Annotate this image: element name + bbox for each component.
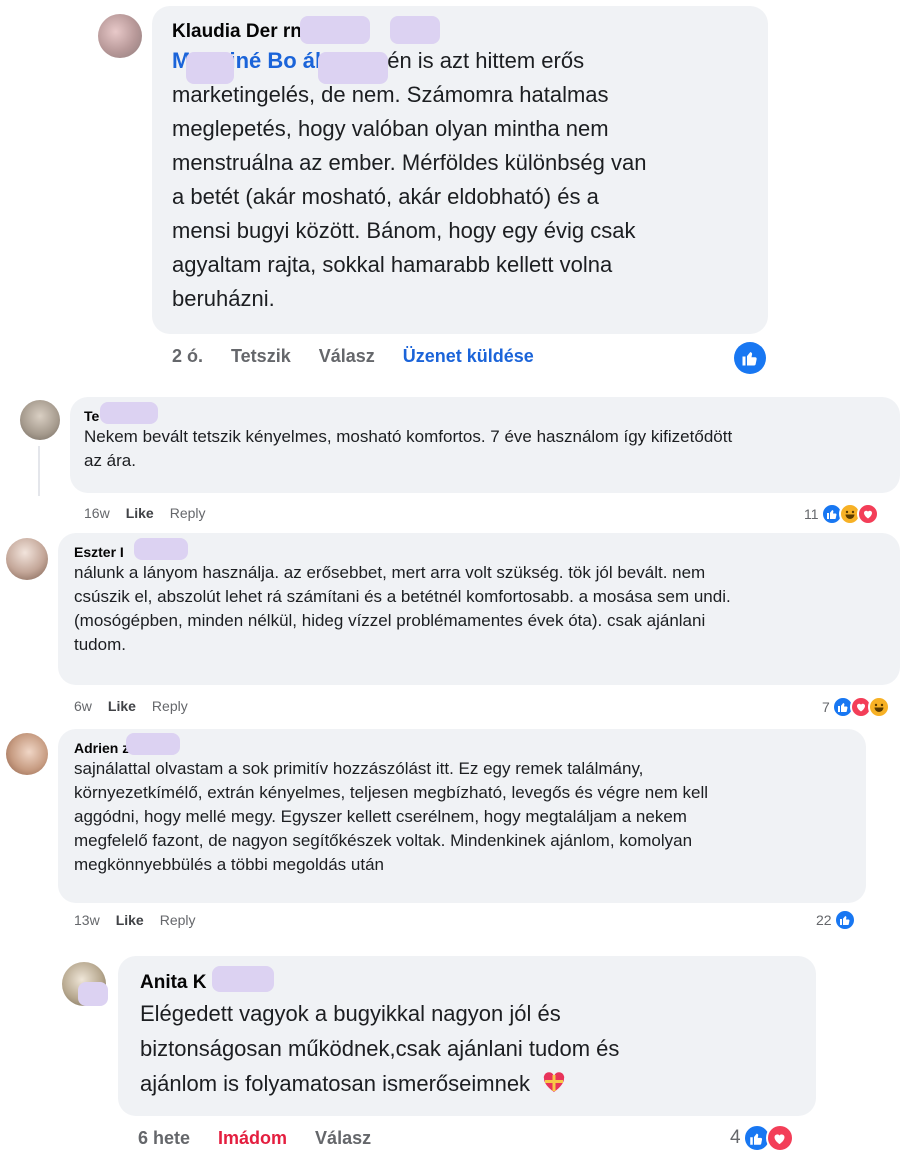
comment-time[interactable]: 2 ó.: [172, 346, 203, 367]
haha-icon: [867, 696, 890, 718]
reaction-count: 4: [730, 1127, 741, 1148]
comment-line: ajánlom is folyamatosan ismerőseimnek: [140, 1071, 531, 1096]
redaction: [134, 538, 188, 560]
comment-bubble: Te Nekem bevált tetszik kényelmes, mosha…: [70, 397, 900, 493]
reaction-summary[interactable]: 22: [816, 909, 856, 931]
comment-author[interactable]: Klaudia Der rné S s: [172, 20, 748, 44]
comment-line: csúszik el, abszolút lehet rá számítani …: [74, 587, 731, 606]
comment-line: menstruálna az ember. Mérföldes különbsé…: [172, 150, 647, 175]
comment-time[interactable]: 6w: [74, 698, 92, 714]
comment-body: nálunk a lányom használja. az erősebbet,…: [74, 561, 884, 657]
avatar[interactable]: [6, 733, 48, 775]
avatar[interactable]: [98, 14, 142, 58]
comment-line: beruházni.: [172, 286, 275, 311]
comment-line: Elégedett vagyok a bugyikkal nagyon jól …: [140, 1001, 561, 1026]
send-message-button[interactable]: Üzenet küldése: [403, 346, 534, 367]
reaction-summary[interactable]: 7: [822, 696, 890, 718]
thread-line: [38, 446, 40, 496]
heart-gift-emoji-icon: [542, 1068, 566, 1103]
comment-body: Elégedett vagyok a bugyikkal nagyon jól …: [140, 996, 794, 1103]
redaction: [300, 16, 370, 44]
comment-author[interactable]: Adrien z: [74, 739, 850, 757]
comment-line: tudom.: [74, 635, 126, 654]
comment-line: a betét (akár mosható, akár eldobható) é…: [172, 184, 599, 209]
reaction-summary[interactable]: 11: [804, 503, 879, 525]
comment-line: (mosógépben, minden nélkül, hideg vízzel…: [74, 611, 706, 630]
avatar[interactable]: [6, 538, 48, 580]
redaction: [126, 733, 180, 755]
love-icon: [856, 503, 879, 525]
comment-author[interactable]: Te: [84, 407, 884, 425]
redaction: [78, 982, 108, 1006]
reply-button[interactable]: Válasz: [315, 1128, 371, 1149]
comment-line: Nekem bevált tetszik kényelmes, mosható …: [84, 427, 733, 446]
like-button[interactable]: Tetszik: [231, 346, 291, 367]
comment-actions: 2 ó. Tetszik Válasz Üzenet küldése: [172, 346, 534, 367]
comment-actions: 13w Like Reply: [74, 912, 196, 928]
like-button[interactable]: Like: [126, 505, 154, 521]
comment-text: én is azt hittem erős: [387, 48, 585, 73]
comment-line: környezetkímélő, extrán kényelmes, telje…: [74, 783, 709, 802]
comment-actions: 6w Like Reply: [74, 698, 188, 714]
like-button[interactable]: Like: [116, 912, 144, 928]
comment-bubble: Adrien z sajnálattal olvastam a sok prim…: [58, 729, 866, 903]
comment-line: megfelelő fazont, de nagyon segítőkészek…: [74, 831, 693, 850]
reply-button[interactable]: Válasz: [319, 346, 375, 367]
comment-body: sajnálattal olvastam a sok primitív hozz…: [74, 757, 850, 877]
avatar[interactable]: [20, 400, 60, 440]
love-icon: [765, 1124, 794, 1152]
redaction: [100, 402, 158, 424]
reply-button[interactable]: Reply: [160, 912, 196, 928]
redaction: [318, 52, 388, 84]
comment-bubble: Klaudia Der rné S s M resiné Bo áki Rita…: [152, 6, 768, 334]
comment-line: agyaltam rajta, sokkal hamarabb kellett …: [172, 252, 613, 277]
comment-line: aggódni, hogy mellé megy. Egyszer kellet…: [74, 807, 687, 826]
redaction: [212, 966, 274, 992]
comment-body: Nekem bevált tetszik kényelmes, mosható …: [84, 425, 884, 473]
comment-line: marketingelés, de nem. Számomra hatalmas: [172, 82, 609, 107]
comment-time[interactable]: 6 hete: [138, 1128, 190, 1149]
comment-line: biztonságosan működnek,csak ajánlani tud…: [140, 1036, 620, 1061]
comment-time[interactable]: 16w: [84, 505, 110, 521]
comment-line: nálunk a lányom használja. az erősebbet,…: [74, 563, 706, 582]
reaction-count: 11: [804, 506, 819, 522]
comment-line: mensi bugyi között. Bánom, hogy egy évig…: [172, 218, 636, 243]
love-button[interactable]: Imádom: [218, 1128, 287, 1149]
reply-button[interactable]: Reply: [170, 505, 206, 521]
comment-line: megkönnyebbülés a többi megoldás után: [74, 855, 384, 874]
redaction: [186, 52, 234, 84]
comment-author[interactable]: Eszter I: [74, 543, 884, 561]
comment-line: sajnálattal olvastam a sok primitív hozz…: [74, 759, 644, 778]
comment-actions: 6 hete Imádom Válasz: [138, 1128, 371, 1149]
reaction-count: 22: [816, 912, 832, 928]
like-button[interactable]: Like: [108, 698, 136, 714]
comment-line: az ára.: [84, 451, 136, 470]
like-reaction-icon[interactable]: [734, 342, 766, 374]
reply-button[interactable]: Reply: [152, 698, 188, 714]
reaction-summary[interactable]: 4: [730, 1124, 794, 1152]
comment-body: M resiné Bo áki Rita én is azt hittem er…: [172, 44, 748, 316]
redaction: [390, 16, 440, 44]
comment-line: meglepetés, hogy valóban olyan mintha ne…: [172, 116, 609, 141]
reaction-count: 7: [822, 699, 830, 715]
comment-actions: 16w Like Reply: [84, 505, 206, 521]
comment-time[interactable]: 13w: [74, 912, 100, 928]
like-icon: [833, 909, 856, 931]
